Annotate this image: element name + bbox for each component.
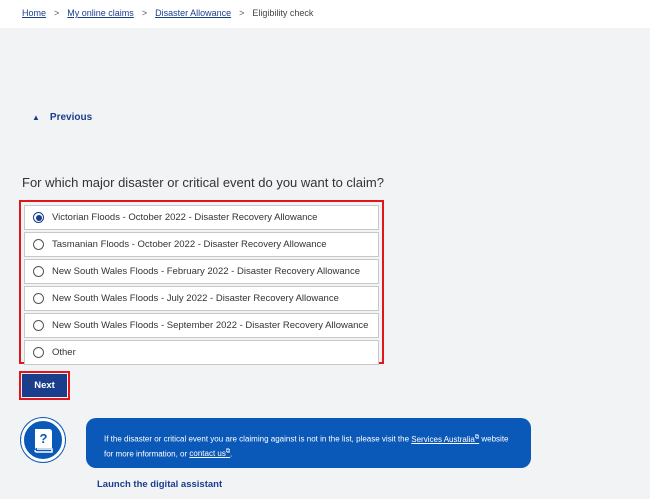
radio-button[interactable] — [33, 266, 44, 277]
disaster-options-group: Victorian Floods - October 2022 - Disast… — [19, 200, 384, 365]
assistant-text-after: . — [230, 449, 233, 459]
launch-digital-assistant-link[interactable]: Launch the digital assistant — [97, 479, 222, 490]
previous-button[interactable]: ▲ Previous — [32, 112, 92, 123]
question-heading: For which major disaster or critical eve… — [22, 175, 384, 190]
option-victorian-floods-oct-2022[interactable]: Victorian Floods - October 2022 - Disast… — [24, 205, 379, 230]
next-button-highlight: Next — [19, 371, 70, 400]
breadcrumb-separator: > — [141, 8, 148, 18]
svg-text:?: ? — [40, 431, 48, 446]
question-book-icon: ? — [34, 429, 53, 453]
top-bar: Home > My online claims > Disaster Allow… — [0, 0, 650, 28]
contact-us-link-text: contact us — [189, 449, 226, 459]
previous-label: Previous — [49, 112, 93, 123]
chat-help-icon[interactable]: ? — [21, 418, 65, 462]
breadcrumb-allowance-link[interactable]: Disaster Allowance — [155, 8, 231, 18]
radio-button[interactable] — [33, 293, 44, 304]
contact-us-link[interactable]: contact us⧉ — [189, 449, 230, 459]
option-nsw-floods-feb-2022[interactable]: New South Wales Floods - February 2022 -… — [24, 259, 379, 284]
radio-button[interactable] — [33, 347, 44, 358]
breadcrumb-claims-link[interactable]: My online claims — [67, 8, 134, 18]
chevron-up-icon: ▲ — [32, 113, 40, 122]
services-australia-link-text: Services Australia — [411, 434, 475, 444]
option-label: Other — [52, 347, 76, 358]
option-label: New South Wales Floods - February 2022 -… — [52, 266, 360, 277]
radio-button-selected[interactable] — [33, 212, 44, 223]
option-label: Tasmanian Floods - October 2022 - Disast… — [52, 239, 327, 250]
assistant-message: If the disaster or critical event you ar… — [86, 418, 531, 468]
breadcrumb: Home > My online claims > Disaster Allow… — [22, 8, 313, 18]
breadcrumb-home-link[interactable]: Home — [22, 8, 46, 18]
breadcrumb-current: Eligibility check — [252, 8, 314, 18]
services-australia-link[interactable]: Services Australia⧉ — [411, 434, 479, 444]
option-other[interactable]: Other — [24, 340, 379, 365]
next-button[interactable]: Next — [22, 374, 67, 397]
option-nsw-floods-jul-2022[interactable]: New South Wales Floods - July 2022 - Dis… — [24, 286, 379, 311]
option-label: New South Wales Floods - July 2022 - Dis… — [52, 293, 339, 304]
option-nsw-floods-sep-2022[interactable]: New South Wales Floods - September 2022 … — [24, 313, 379, 338]
breadcrumb-separator: > — [54, 8, 60, 18]
option-tasmanian-floods-oct-2022[interactable]: Tasmanian Floods - October 2022 - Disast… — [24, 232, 379, 257]
radio-button[interactable] — [33, 320, 44, 331]
radio-button[interactable] — [33, 239, 44, 250]
option-label: New South Wales Floods - September 2022 … — [52, 320, 369, 331]
assistant-text-before: If the disaster or critical event you ar… — [104, 434, 412, 444]
option-label: Victorian Floods - October 2022 - Disast… — [52, 212, 318, 223]
breadcrumb-separator: > — [239, 8, 245, 18]
